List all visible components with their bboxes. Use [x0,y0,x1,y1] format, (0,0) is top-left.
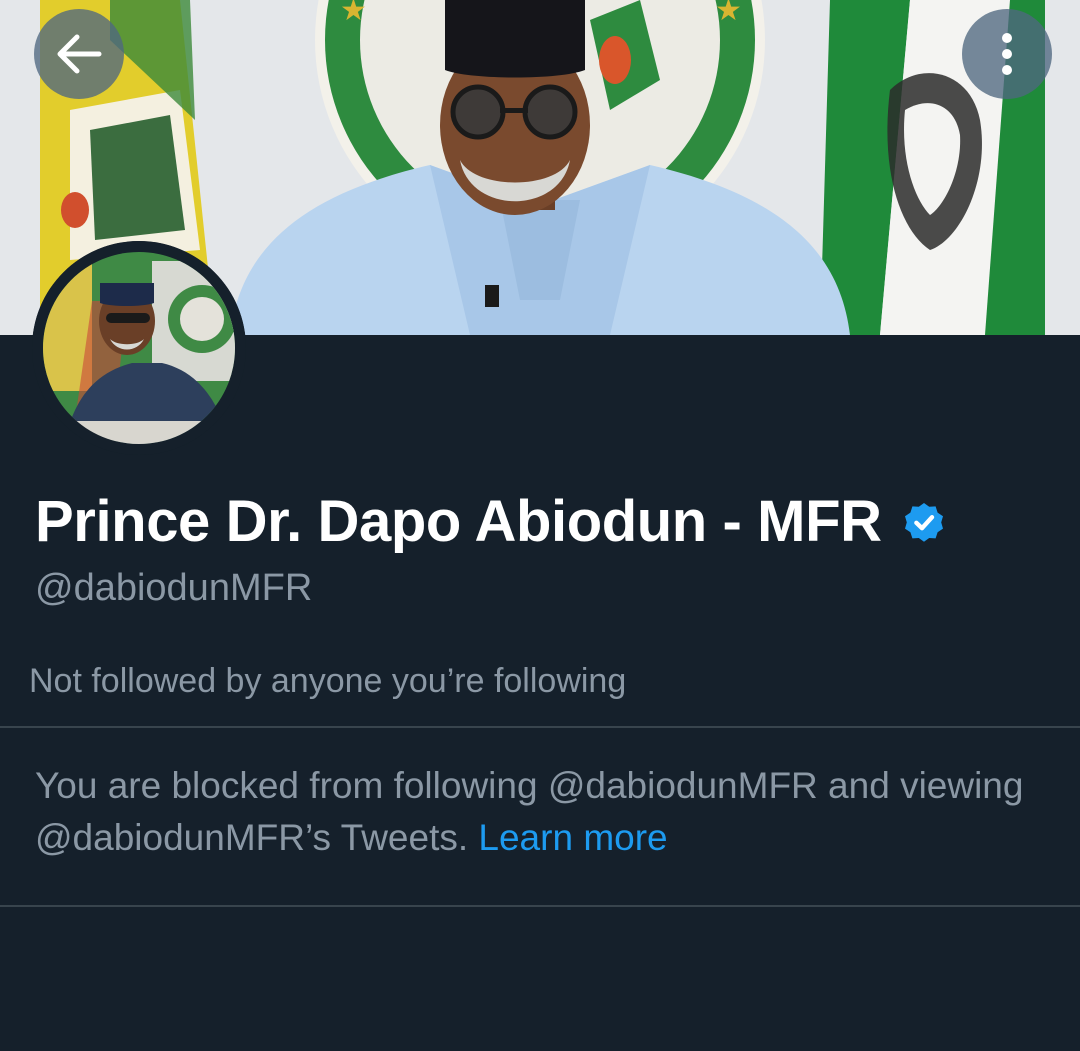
more-options-button[interactable] [962,9,1052,99]
back-button[interactable] [34,9,124,99]
divider [0,726,1080,728]
divider [0,905,1080,907]
profile-page: ★ ★ Prince Dr. Dapo Abiodun - MFR @dabio… [0,0,1080,1051]
learn-more-link[interactable]: Learn more [478,817,667,858]
verified-badge-icon[interactable] [900,500,948,548]
svg-text:★: ★ [340,0,367,28]
arrow-left-icon [57,34,102,74]
svg-text:★: ★ [715,0,742,28]
display-name: Prince Dr. Dapo Abiodun - MFR [35,489,882,554]
blocked-message: You are blocked from following @dabiodun… [35,760,1035,864]
profile-avatar[interactable] [32,241,246,455]
display-name-row: Prince Dr. Dapo Abiodun - MFR [35,487,948,557]
more-vertical-icon [1002,33,1012,75]
followers-you-know-note: Not followed by anyone you’re following [29,662,627,700]
avatar-photo [32,241,246,455]
profile-handle: @dabiodunMFR [35,567,313,609]
